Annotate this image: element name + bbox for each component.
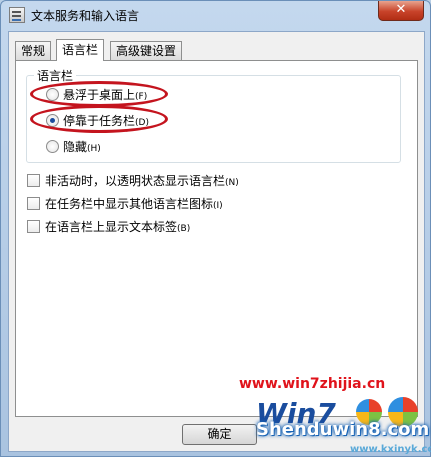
radio-button[interactable] (46, 140, 59, 153)
ok-button[interactable]: 确定 (182, 424, 257, 445)
tab-general[interactable]: 常规 (15, 41, 52, 60)
radio-hotkey: (H) (87, 144, 101, 154)
tab-panel-language-bar: 语言栏 悬浮于桌面上(F) 停靠于任务栏(D) 隐藏(H) 非活动时，以透明状态… (15, 60, 418, 417)
language-bar-group-label: 语言栏 (34, 67, 77, 84)
checkbox-transparent-when-inactive[interactable]: 非活动时，以透明状态显示语言栏(N) (27, 173, 239, 189)
radio-label: 悬浮于桌面上 (63, 88, 136, 102)
checkbox-show-extra-icons-in-taskbar[interactable]: 在任务栏中显示其他语言栏图标(I) (27, 196, 223, 212)
checkbox-show-text-labels[interactable]: 在语言栏上显示文本标签(B) (27, 219, 190, 235)
checkbox-label: 在语言栏上显示文本标签 (45, 220, 178, 234)
watermark-url: www.win7zhijia.cn (239, 376, 386, 392)
radio-button-selected[interactable] (46, 114, 59, 127)
checkbox-label: 非活动时，以透明状态显示语言栏 (45, 174, 226, 188)
checkbox-hotkey: (B) (177, 224, 191, 234)
title-bar[interactable]: 文本服务和输入语言 ✕ (1, 1, 430, 29)
radio-hidden[interactable]: 隐藏(H) (46, 139, 101, 155)
checkbox[interactable] (27, 220, 40, 233)
radio-button[interactable] (46, 88, 59, 101)
close-button[interactable]: ✕ (378, 1, 424, 21)
tab-advanced-key-settings[interactable]: 高级键设置 (110, 41, 183, 60)
window-title: 文本服务和输入语言 (31, 9, 140, 23)
close-icon: ✕ (395, 2, 407, 17)
checkbox[interactable] (27, 174, 40, 187)
radio-label: 隐藏 (63, 140, 88, 154)
checkbox-label: 在任务栏中显示其他语言栏图标 (45, 197, 214, 211)
checkbox[interactable] (27, 197, 40, 210)
checkbox-hotkey: (N) (225, 178, 239, 188)
radio-docked-in-taskbar[interactable]: 停靠于任务栏(D) (46, 113, 149, 129)
radio-float-on-desktop[interactable]: 悬浮于桌面上(F) (46, 87, 147, 103)
tab-language-bar[interactable]: 语言栏 (56, 39, 105, 61)
brand-url-watermark: www.kxinyk.com (350, 444, 431, 455)
checkbox-hotkey: (I) (213, 201, 223, 211)
radio-label: 停靠于任务栏 (63, 114, 136, 128)
radio-hotkey: (D) (135, 118, 149, 128)
radio-hotkey: (F) (135, 92, 148, 102)
brand-watermark: Shenduwin8.com (256, 419, 430, 440)
text-services-icon (9, 7, 25, 23)
